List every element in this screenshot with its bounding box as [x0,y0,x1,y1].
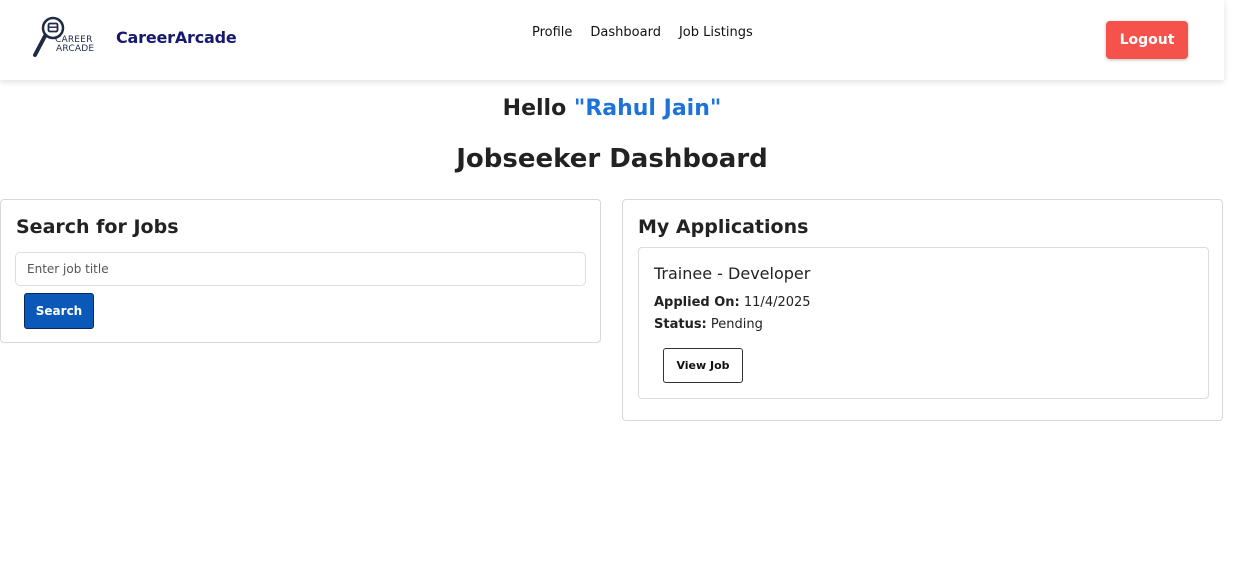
application-job-title: Trainee - Developer [654,264,811,283]
greeting-user-name: "Rahul Jain" [573,96,722,121]
search-card-title: Search for Jobs [16,216,179,238]
logout-button[interactable]: Logout [1106,21,1188,59]
brand-name[interactable]: CareerArcade [116,28,237,47]
top-navbar: CAREER ARCADE CareerArcade Profile Dashb… [0,0,1224,80]
nav-links: Profile Dashboard Job Listings [532,25,753,40]
nav-link-dashboard[interactable]: Dashboard [590,25,661,40]
applications-card-title: My Applications [638,216,809,238]
view-job-button[interactable]: View Job [663,348,743,383]
search-jobs-card: Search for Jobs Search [0,199,601,343]
greeting-prefix: Hello [502,96,567,121]
brand[interactable]: CAREER ARCADE CareerArcade [32,14,237,60]
job-title-search-input[interactable] [15,252,586,286]
nav-link-job-listings[interactable]: Job Listings [679,25,753,40]
logo-word-arcade: ARCADE [56,44,95,54]
greeting: Hello "Rahul Jain" [0,96,1224,121]
applied-on-value: 11/4/2025 [743,295,811,310]
career-arcade-logo: CAREER ARCADE [32,14,102,60]
applied-on-label: Applied On: [654,295,740,310]
nav-link-profile[interactable]: Profile [532,25,572,40]
status-value: Pending [710,317,763,332]
application-status: Status: Pending [654,317,763,332]
application-item: Trainee - Developer Applied On: 11/4/202… [638,247,1209,399]
search-button[interactable]: Search [24,293,94,329]
page-title: Jobseeker Dashboard [456,144,768,174]
my-applications-card: My Applications Trainee - Developer Appl… [622,199,1223,421]
application-applied-on: Applied On: 11/4/2025 [654,295,811,310]
status-label: Status: [654,317,707,332]
